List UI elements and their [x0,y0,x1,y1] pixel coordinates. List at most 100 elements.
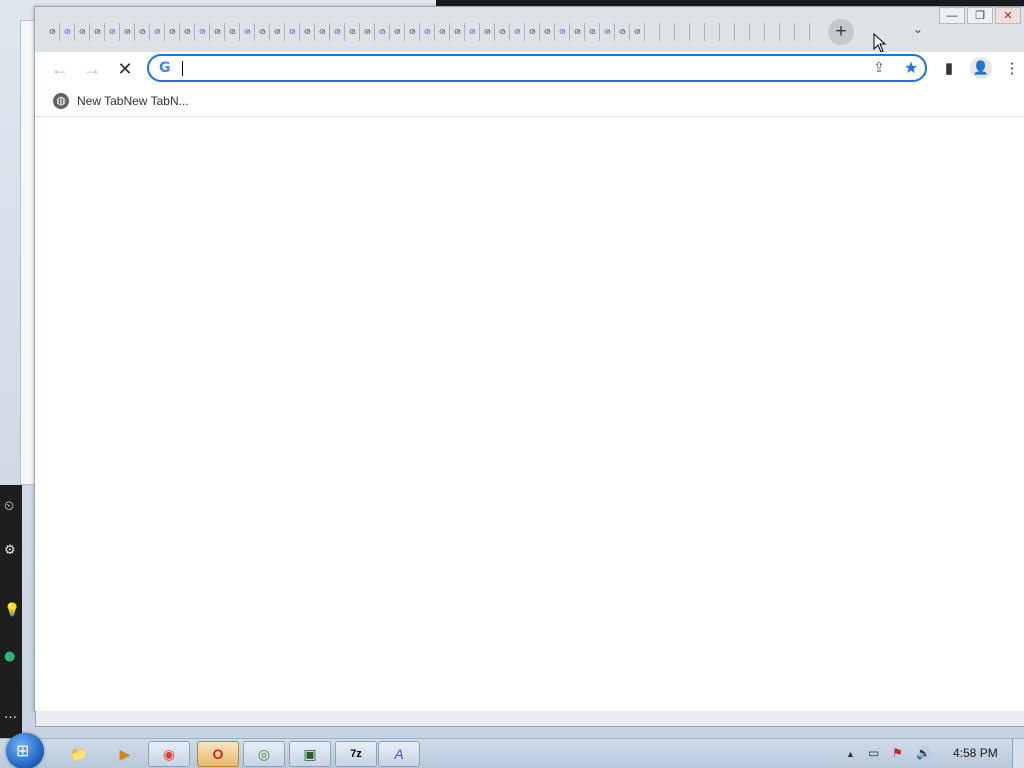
more-icon[interactable]: … [4,707,17,722]
taskbar-network-app[interactable]: ▣ [289,741,331,767]
side-panel-icon[interactable]: ▮ [938,58,960,80]
windows-logo-icon: ⊞ [16,743,30,760]
taskbar-clock[interactable]: 4:58 PM [953,746,998,760]
tab[interactable]: ര [390,23,405,41]
tab[interactable] [750,23,765,41]
tab[interactable]: ര [60,23,75,41]
tab[interactable] [720,23,735,41]
tab[interactable]: ര [195,23,210,41]
tab-strip: രരരരരരരരരരരരരരരരരരരരരരരരരരരരരരരരരരരരരരരര… [35,7,1024,53]
window-bottom-frame [35,711,1024,727]
tab[interactable]: ര [345,23,360,41]
tab-search-icon[interactable]: ⌄ [909,22,927,40]
tab[interactable] [780,23,795,41]
taskbar-chrome-alt[interactable]: ◎ [243,741,285,767]
tab[interactable]: ര [90,23,105,41]
tab[interactable] [645,23,660,41]
tab[interactable]: ര [300,23,315,41]
tab[interactable]: ര [570,23,585,41]
tab[interactable]: ര [525,23,540,41]
tab[interactable]: ര [435,23,450,41]
address-bar[interactable]: G ⇪ ★ [147,54,927,82]
bookmark-star-icon[interactable]: ★ [901,58,921,78]
tab[interactable] [735,23,750,41]
tab[interactable]: ര [45,23,60,41]
tab[interactable]: ര [210,23,225,41]
status-dot-icon: ● [4,649,16,664]
tab[interactable]: ര [105,23,120,41]
taskbar: ⊞ 📁 ▶ ◉ O ◎ ▣ 7z A ▲ ▭ ⚑ 🔊 4:58 PM [0,733,1024,768]
taskbar-font-app[interactable]: A [378,741,420,767]
tab[interactable]: ര [240,23,255,41]
new-tab-button[interactable]: + [828,19,854,45]
close-button[interactable]: ✕ [995,7,1021,24]
tab[interactable]: ര [255,23,270,41]
menu-icon[interactable]: ⋮ [1001,58,1023,80]
tab[interactable]: ര [450,23,465,41]
tab[interactable]: ര [150,23,165,41]
taskbar-chrome[interactable]: ◉ [148,741,190,767]
profile-avatar-icon[interactable]: 👤 [970,57,992,79]
tab[interactable]: ര [330,23,345,41]
show-desktop-button[interactable] [1012,739,1024,768]
tab[interactable]: ര [540,23,555,41]
lightbulb-icon[interactable]: 💡 [4,603,20,618]
browser-window: രരരരരരരരരരരരരരരരരരരരരരരരരരരരരരരരരരരരരരരര… [34,6,1024,727]
address-input[interactable] [179,59,859,77]
page-content [35,117,1024,713]
tab[interactable]: ര [120,23,135,41]
tab[interactable]: ര [375,23,390,41]
google-icon: G [159,60,171,76]
tab[interactable]: ര [225,23,240,41]
tab[interactable] [690,23,705,41]
tab[interactable]: ര [510,23,525,41]
volume-icon[interactable]: 🔊 [916,746,931,760]
tab[interactable]: ര [615,23,630,41]
action-center-icon[interactable]: ⚑ [892,746,903,760]
taskbar-explorer[interactable]: 📁 [58,741,100,767]
tab[interactable]: ര [135,23,150,41]
window-controls: — ❐ ✕ [939,7,1024,25]
tab[interactable]: ര [495,23,510,41]
start-button[interactable]: ⊞ [6,733,44,768]
clock-icon[interactable]: ⏲ [4,499,14,514]
share-icon[interactable]: ⇪ [869,59,889,77]
tab[interactable] [705,23,720,41]
tab[interactable]: ര [600,23,615,41]
mouse-cursor-icon [873,33,887,53]
taskbar-7zip[interactable]: 7z [335,741,377,767]
tab[interactable] [660,23,675,41]
bookmark-item[interactable]: ◍ New TabNew TabN... [53,91,189,111]
tab[interactable] [675,23,690,41]
tab[interactable]: ര [360,23,375,41]
tab[interactable] [765,23,780,41]
tab[interactable]: ര [285,23,300,41]
tab[interactable]: ര [420,23,435,41]
bookmarks-bar: ◍ New TabNew TabN... [35,86,1024,117]
back-button[interactable]: ← [47,56,73,82]
tab[interactable] [795,23,810,41]
show-hidden-icons-button[interactable]: ▲ [846,749,855,759]
maximize-button[interactable]: ❐ [967,7,993,24]
settings-icon[interactable]: ⚙ [4,543,16,558]
tab[interactable]: ര [465,23,480,41]
forward-button[interactable]: → [79,56,105,82]
bookmark-label: New TabNew TabN... [77,94,189,108]
tab[interactable]: ര [180,23,195,41]
background-app-sidebar: ⏲ ⚙ 💡 ● … [0,485,22,738]
taskbar-media-player[interactable]: ▶ [104,741,146,767]
tab[interactable]: ര [270,23,285,41]
tab[interactable]: ര [630,23,645,41]
tab-list: രരരരരരരരരരരരരരരരരരരരരരരരരരരരരരരരരരരരരരരര [45,23,810,41]
stop-loading-button[interactable]: ✕ [112,56,138,82]
tab[interactable]: ര [165,23,180,41]
tab[interactable]: ര [480,23,495,41]
tab[interactable]: ര [555,23,570,41]
tab[interactable]: ര [585,23,600,41]
minimize-button[interactable]: — [939,7,965,24]
tab[interactable]: ര [75,23,90,41]
tab[interactable]: ര [315,23,330,41]
network-icon[interactable]: ▭ [868,746,879,760]
tab[interactable]: ര [405,23,420,41]
taskbar-opera[interactable]: O [197,741,239,767]
